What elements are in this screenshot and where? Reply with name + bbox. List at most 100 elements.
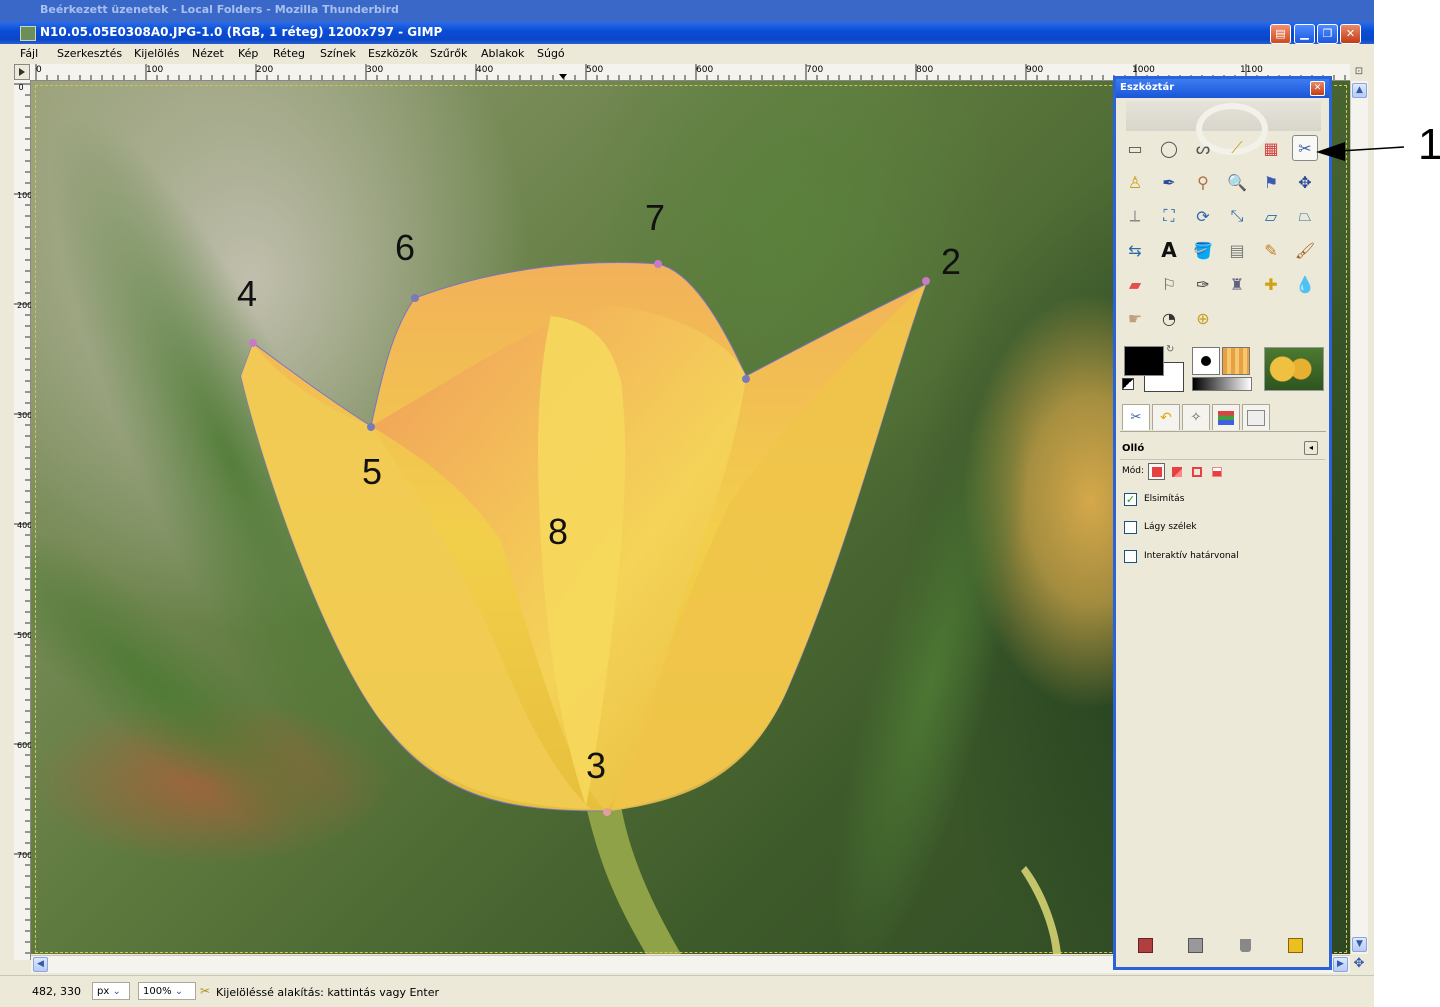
foreground-color-swatch[interactable] [1124,346,1164,376]
tool-button[interactable]: ☛ [1122,305,1148,331]
wilber-drop-area[interactable] [1126,101,1321,155]
tool-button[interactable]: ⊕ [1190,305,1216,331]
tool-button[interactable]: ♜ [1224,271,1250,297]
fg-bg-color-area[interactable]: ↻ [1122,344,1184,392]
brush-preview[interactable] [1192,347,1220,375]
tab-undo-history[interactable]: ↶ [1152,404,1180,430]
close-button[interactable]: ✕ [1340,24,1361,44]
tool-button[interactable]: ▦ [1258,135,1284,161]
tab-layers[interactable] [1212,404,1240,430]
menu-image[interactable]: Kép [238,47,258,60]
tool-button[interactable]: ✚ [1258,271,1284,297]
vertical-scrollbar[interactable]: ▲ ▼ [1350,81,1368,954]
tool-button[interactable]: ⟋ [1224,135,1250,161]
scroll-left-icon[interactable]: ◀ [33,957,48,972]
help-icon[interactable]: ▤ [1270,24,1291,44]
toolbox-dock: Eszköztár ✕ ▭ ◯ ᔕ ⟋ ▦ ✂ ♙ ✒ ⚲ 🔍 ⚑ ✥ ⟂ ⛶ ⟳ ⤡ ▱ ⏢ ⇆ A 🪣 ▤ ✎ 🖌 ▰ ⚐ ✑ ♜… [1113,76,1332,970]
tool-button[interactable]: ◯ [1156,135,1182,161]
quick-mask-toggle[interactable] [14,64,30,80]
tool-button[interactable]: ⤡ [1224,203,1250,229]
navigate-icon[interactable]: ✥ [1352,957,1366,971]
active-image-thumbnail[interactable] [1264,347,1324,391]
tool-button[interactable]: 🖌 [1292,237,1318,263]
scroll-down-icon[interactable]: ▼ [1352,937,1367,952]
add-selection-icon [1171,466,1182,477]
tab-paths[interactable]: ✧ [1182,404,1210,430]
rotate-icon: ⟳ [1196,206,1210,226]
annotation-label-5: 5 [362,451,383,492]
unit-value: px [97,986,110,997]
tool-button[interactable]: ⟂ [1122,203,1148,229]
menu-help[interactable]: Súgó [537,47,565,60]
pointer-coordinates: 482, 330 [32,985,81,998]
restore-options-icon[interactable] [1186,936,1204,954]
menu-tools[interactable]: Eszközök [368,47,418,60]
paths-icon: ✧ [1190,410,1202,425]
tool-button[interactable]: ✑ [1190,271,1216,297]
scroll-up-icon[interactable]: ▲ [1352,83,1367,98]
brush-pattern-gradient-area[interactable] [1192,347,1254,391]
scissors-icon: ✂ [1298,138,1312,158]
menu-select[interactable]: Kijelölés [134,47,179,60]
menu-windows[interactable]: Ablakok [481,47,524,60]
menu-filters[interactable]: Szűrők [430,47,467,60]
menu-file[interactable]: Fájl [20,47,38,60]
mode-add-button[interactable] [1168,463,1185,480]
tool-button[interactable]: ⏢ [1292,203,1318,229]
tool-button[interactable]: ⛶ [1156,203,1182,229]
ruler-ticks [14,83,30,954]
tool-button[interactable]: ▰ [1122,271,1148,297]
tool-button[interactable]: ⚲ [1190,169,1216,195]
reset-options-icon[interactable] [1286,936,1304,954]
zoom-select[interactable]: 100% ⌄ [138,982,196,1000]
interactive-boundary-checkbox[interactable] [1124,550,1137,563]
swap-colors-icon[interactable]: ↻ [1166,344,1174,355]
tool-button[interactable]: ᔕ [1190,135,1216,161]
crop-icon: ⛶ [1163,206,1175,225]
pencil-icon: ✎ [1264,240,1278,260]
tool-button[interactable]: ✂ [1292,135,1318,161]
menu-colors[interactable]: Színek [320,47,356,60]
mode-subtract-button[interactable] [1188,463,1205,480]
tab-tool-options[interactable]: ✂ [1122,404,1150,430]
tool-button[interactable]: ◔ [1156,305,1182,331]
antialias-checkbox[interactable]: ✓ [1124,493,1137,506]
unit-select[interactable]: px ⌄ [92,982,130,1000]
menu-layer[interactable]: Réteg [273,47,305,60]
tool-button[interactable]: ⚐ [1156,271,1182,297]
tool-button[interactable]: 💧 [1292,271,1318,297]
minimize-button[interactable]: ▁ [1294,24,1315,44]
toolbox-close-button[interactable]: ✕ [1310,81,1325,96]
maximize-button[interactable]: ❐ [1317,24,1338,44]
tool-button[interactable]: ▤ [1224,237,1250,263]
tool-button[interactable]: ⇆ [1122,237,1148,263]
feather-edges-checkbox[interactable] [1124,521,1137,534]
tool-button[interactable]: ♙ [1122,169,1148,195]
zoom-to-fit-icon[interactable]: ⊡ [1352,66,1366,80]
tool-button[interactable]: ⚑ [1258,169,1284,195]
tool-button[interactable]: A [1156,237,1182,263]
tool-button[interactable]: ✎ [1258,237,1284,263]
tool-button[interactable]: ✥ [1292,169,1318,195]
mode-intersect-button[interactable] [1208,463,1225,480]
pattern-preview[interactable] [1222,347,1250,375]
tool-button[interactable]: ⟳ [1190,203,1216,229]
tab-channels[interactable] [1242,404,1270,430]
tool-button[interactable]: ▱ [1258,203,1284,229]
title-bar: N10.05.05E0308A0.JPG-1.0 (RGB, 1 réteg) … [0,22,1374,44]
default-colors-icon[interactable] [1122,378,1134,390]
tool-button[interactable]: ✒ [1156,169,1182,195]
tool-button[interactable]: ▭ [1122,135,1148,161]
configure-tab-icon[interactable]: ◂ [1304,441,1318,455]
gradient-preview[interactable] [1192,377,1252,391]
menu-view[interactable]: Nézet [192,47,224,60]
tool-button[interactable]: 🪣 [1190,237,1216,263]
interactive-boundary-label: Interaktív határvonal [1144,551,1239,561]
delete-options-icon[interactable] [1236,936,1254,954]
menu-edit[interactable]: Szerkesztés [57,47,122,60]
mode-replace-button[interactable] [1148,463,1165,480]
save-options-icon[interactable] [1136,936,1154,954]
tool-button[interactable]: 🔍 [1224,169,1250,195]
scroll-right-icon[interactable]: ▶ [1333,957,1348,972]
vertical-ruler[interactable]: 0 100 200 300 400 500 600 700 [14,80,32,960]
